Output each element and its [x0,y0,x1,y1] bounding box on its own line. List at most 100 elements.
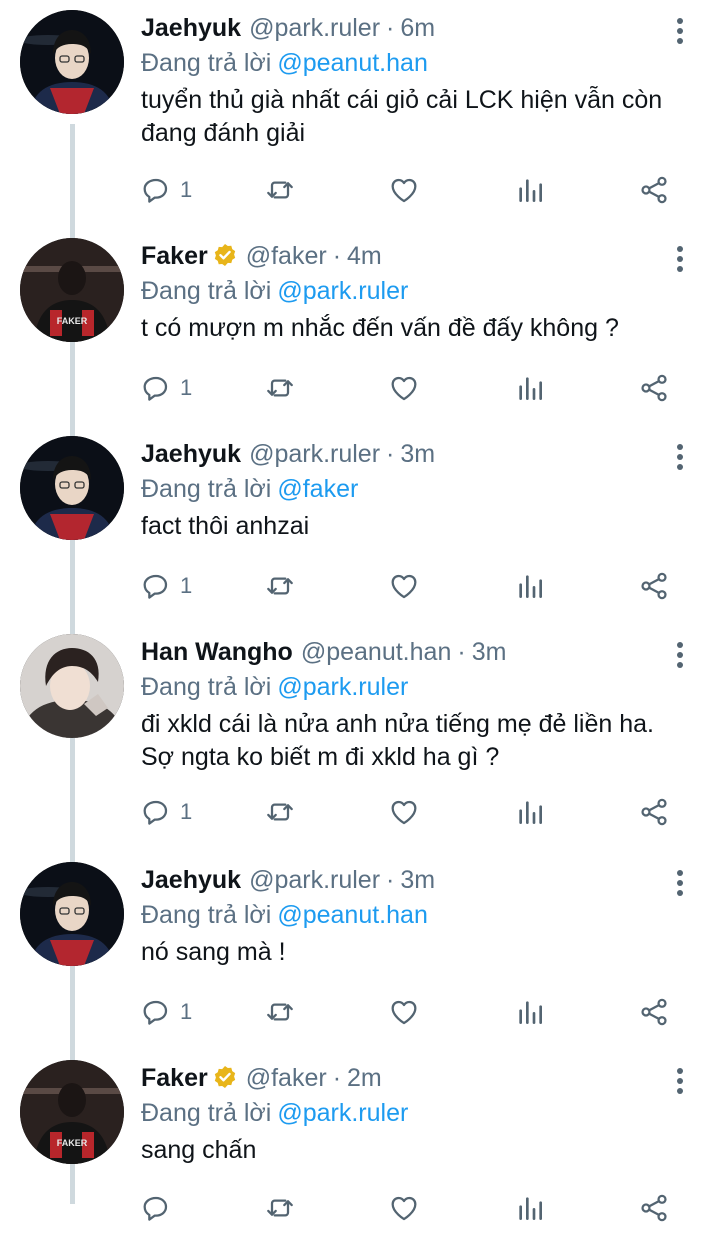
replying-to: Đang trả lời @peanut.han [141,898,680,932]
tweet[interactable]: Han Wangho @peanut.han · 3m Đang trả lời @pa… [0,634,720,834]
analytics-button[interactable] [514,1188,546,1228]
share-button[interactable] [638,566,670,606]
avatar[interactable] [20,634,124,738]
like-button[interactable] [388,170,420,210]
retweet-icon [264,174,296,206]
timestamp[interactable]: 6m [400,14,435,42]
reply-icon [140,372,172,404]
reply-button[interactable]: 1 [140,170,192,210]
tweet-header: Jaehyuk @park.ruler · 3m [141,436,680,472]
share-button[interactable] [638,792,670,832]
tweet[interactable]: Jaehyuk @park.ruler · 3m Đang trả lời @faker… [0,436,720,606]
retweet-icon [264,570,296,602]
analytics-button[interactable] [514,368,546,408]
replying-to: Đang trả lời @park.ruler [141,1096,680,1130]
reply-mention-link[interactable]: @peanut.han [277,901,428,929]
reply-button[interactable]: 1 [140,566,192,606]
timestamp[interactable]: 3m [400,440,435,468]
tweet[interactable]: FAKER Faker @faker · 4m Đang trả lời @park.r… [0,238,720,408]
author-name[interactable]: Jaehyuk [141,440,241,468]
reply-button[interactable]: 1 [140,792,192,832]
more-options-button[interactable] [670,244,690,274]
author-handle[interactable]: @park.ruler [249,440,380,468]
author-handle[interactable]: @faker [246,242,327,270]
avatar[interactable] [20,862,124,966]
analytics-icon [514,372,546,404]
reply-button[interactable]: 1 [140,368,192,408]
reply-mention-link[interactable]: @park.ruler [277,277,408,305]
reply-mention-link[interactable]: @park.ruler [277,673,408,701]
analytics-icon [514,1192,546,1224]
like-button[interactable] [388,792,420,832]
replying-to-label: Đang trả lời [141,901,272,929]
separator-dot: · [386,866,395,894]
analytics-button[interactable] [514,170,546,210]
reply-button[interactable]: 1 [140,992,192,1032]
more-options-button[interactable] [670,442,690,472]
share-button[interactable] [638,992,670,1032]
timestamp[interactable]: 2m [347,1064,382,1092]
tweet-header: Jaehyuk @park.ruler · 6m [141,10,680,46]
author-handle[interactable]: @peanut.han [301,638,452,666]
analytics-button[interactable] [514,992,546,1032]
reply-icon [140,996,172,1028]
author-name[interactable]: Faker [141,242,208,270]
like-button[interactable] [388,368,420,408]
analytics-button[interactable] [514,566,546,606]
reply-count: 1 [180,177,193,202]
retweet-button[interactable] [264,368,296,408]
author-name[interactable]: Faker [141,1064,208,1092]
author-name[interactable]: Jaehyuk [141,14,241,42]
share-icon [638,796,670,828]
share-button[interactable] [638,368,670,408]
reply-mention-link[interactable]: @park.ruler [277,1099,408,1127]
separator-dot: · [457,638,466,666]
avatar[interactable] [20,436,124,540]
more-vertical-icon [670,642,690,674]
reply-icon [140,570,172,602]
like-button[interactable] [388,992,420,1032]
retweet-button[interactable] [264,792,296,832]
avatar[interactable]: FAKER [20,238,124,342]
tweet[interactable]: FAKER Faker @faker · 2m Đang trả lời @park.r… [0,1060,720,1232]
like-button[interactable] [388,566,420,606]
analytics-icon [514,174,546,206]
share-button[interactable] [638,170,670,210]
more-vertical-icon [670,870,690,902]
share-icon [638,174,670,206]
timestamp[interactable]: 3m [400,866,435,894]
share-button[interactable] [638,1188,670,1228]
reply-mention-link[interactable]: @faker [277,475,358,503]
replying-to-label: Đang trả lời [141,673,272,701]
replying-to-label: Đang trả lời [141,475,272,503]
more-options-button[interactable] [670,1066,690,1096]
avatar[interactable] [20,10,124,114]
retweet-button[interactable] [264,992,296,1032]
tweet-text: tuyển thủ già nhất cái giỏ cải LCK hiện … [141,86,663,147]
analytics-button[interactable] [514,792,546,832]
reply-button[interactable] [140,1188,180,1228]
retweet-button[interactable] [264,1188,296,1228]
more-vertical-icon [670,1068,690,1100]
author-name[interactable]: Jaehyuk [141,866,241,894]
timestamp[interactable]: 3m [472,638,507,666]
more-options-button[interactable] [670,640,690,670]
author-name[interactable]: Han Wangho [141,638,293,666]
timestamp[interactable]: 4m [347,242,382,270]
reply-count: 1 [180,799,193,824]
more-options-button[interactable] [670,868,690,898]
like-button[interactable] [388,1188,420,1228]
retweet-button[interactable] [264,566,296,606]
author-handle[interactable]: @faker [246,1064,327,1092]
author-handle[interactable]: @park.ruler [249,14,380,42]
tweet[interactable]: Jaehyuk @park.ruler · 6m Đang trả lời @peanu… [0,10,720,210]
reply-mention-link[interactable]: @peanut.han [277,49,428,77]
replying-to: Đang trả lời @peanut.han [141,46,680,80]
more-options-button[interactable] [670,16,690,46]
author-handle[interactable]: @park.ruler [249,866,380,894]
tweet[interactable]: Jaehyuk @park.ruler · 3m Đang trả lời @peanu… [0,862,720,1032]
heart-icon [388,996,420,1028]
retweet-button[interactable] [264,170,296,210]
replying-to-label: Đang trả lời [141,277,272,305]
avatar[interactable]: FAKER [20,1060,124,1164]
